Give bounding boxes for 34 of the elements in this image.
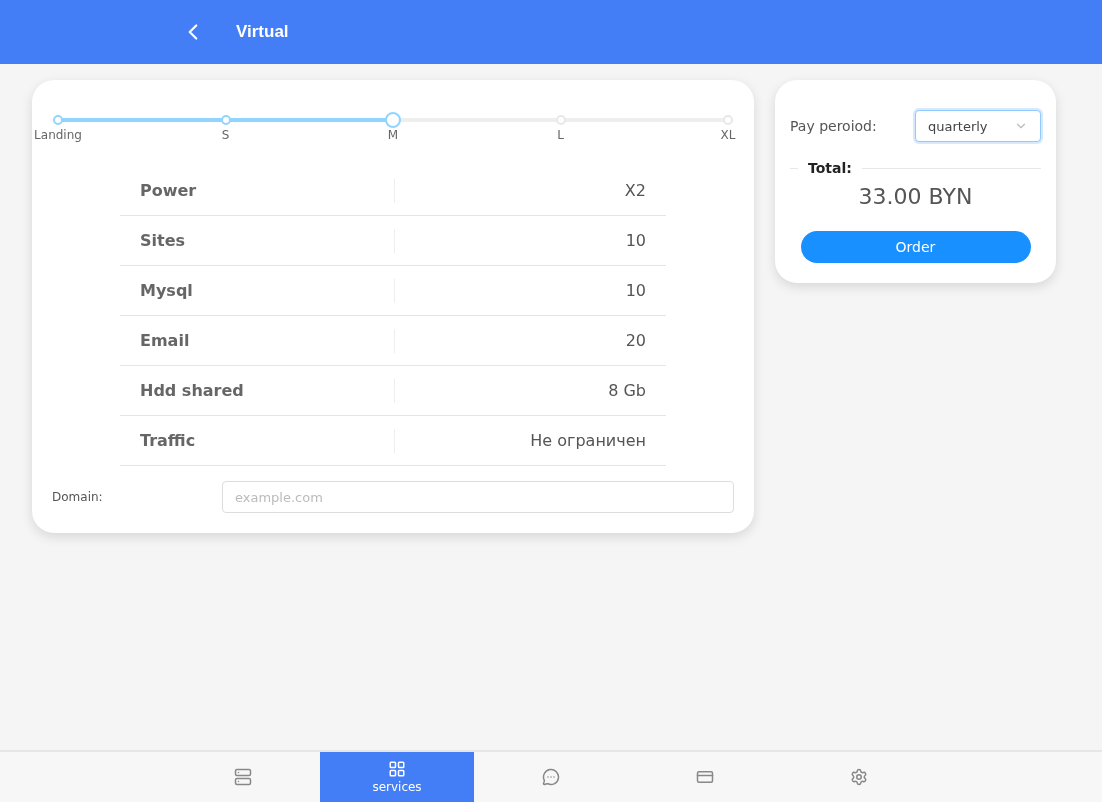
domain-input[interactable]: example.com (222, 481, 734, 513)
spec-value: X2 (623, 181, 647, 200)
spec-name: Sites (120, 228, 395, 253)
slider-mark-label: M (387, 128, 399, 142)
slider-mark-label: L (557, 128, 564, 142)
spec-name: Mysql (120, 278, 395, 303)
spec-name: Power (120, 178, 395, 203)
slider-mark-label: S (221, 128, 230, 142)
slider-mark-label: XL (720, 128, 736, 142)
spec-value: 10 (624, 231, 647, 250)
spec-value: 8 Gb (607, 381, 647, 400)
spec-name: Hdd shared (120, 378, 395, 403)
spec-name: Email (120, 328, 395, 353)
settings-icon (850, 768, 868, 786)
domain-label: Domain: (52, 490, 104, 504)
spec-value: Не ограничен (529, 431, 647, 450)
slider-dot[interactable] (53, 115, 63, 125)
spec-name: Traffic (120, 428, 395, 453)
page-title: Virtual (236, 22, 289, 42)
card-icon (696, 768, 714, 786)
nav-tab[interactable]: services (320, 752, 474, 802)
spec-value: 20 (624, 331, 647, 350)
grid-icon (388, 760, 406, 778)
total-price: 33.00 BYN (857, 184, 974, 209)
order-button[interactable]: Order (800, 231, 1031, 263)
pay-period-label: Pay peroiod: (790, 118, 877, 134)
server-icon (234, 768, 252, 786)
slider-mark-label: Landing (34, 128, 82, 142)
slider-handle[interactable] (385, 112, 401, 128)
pay-period-select[interactable]: quarterly (915, 110, 1041, 142)
slider-dot[interactable] (220, 115, 231, 125)
spec-value: 10 (624, 281, 647, 300)
chat-icon (542, 768, 560, 786)
total-label: Total: (808, 160, 852, 176)
